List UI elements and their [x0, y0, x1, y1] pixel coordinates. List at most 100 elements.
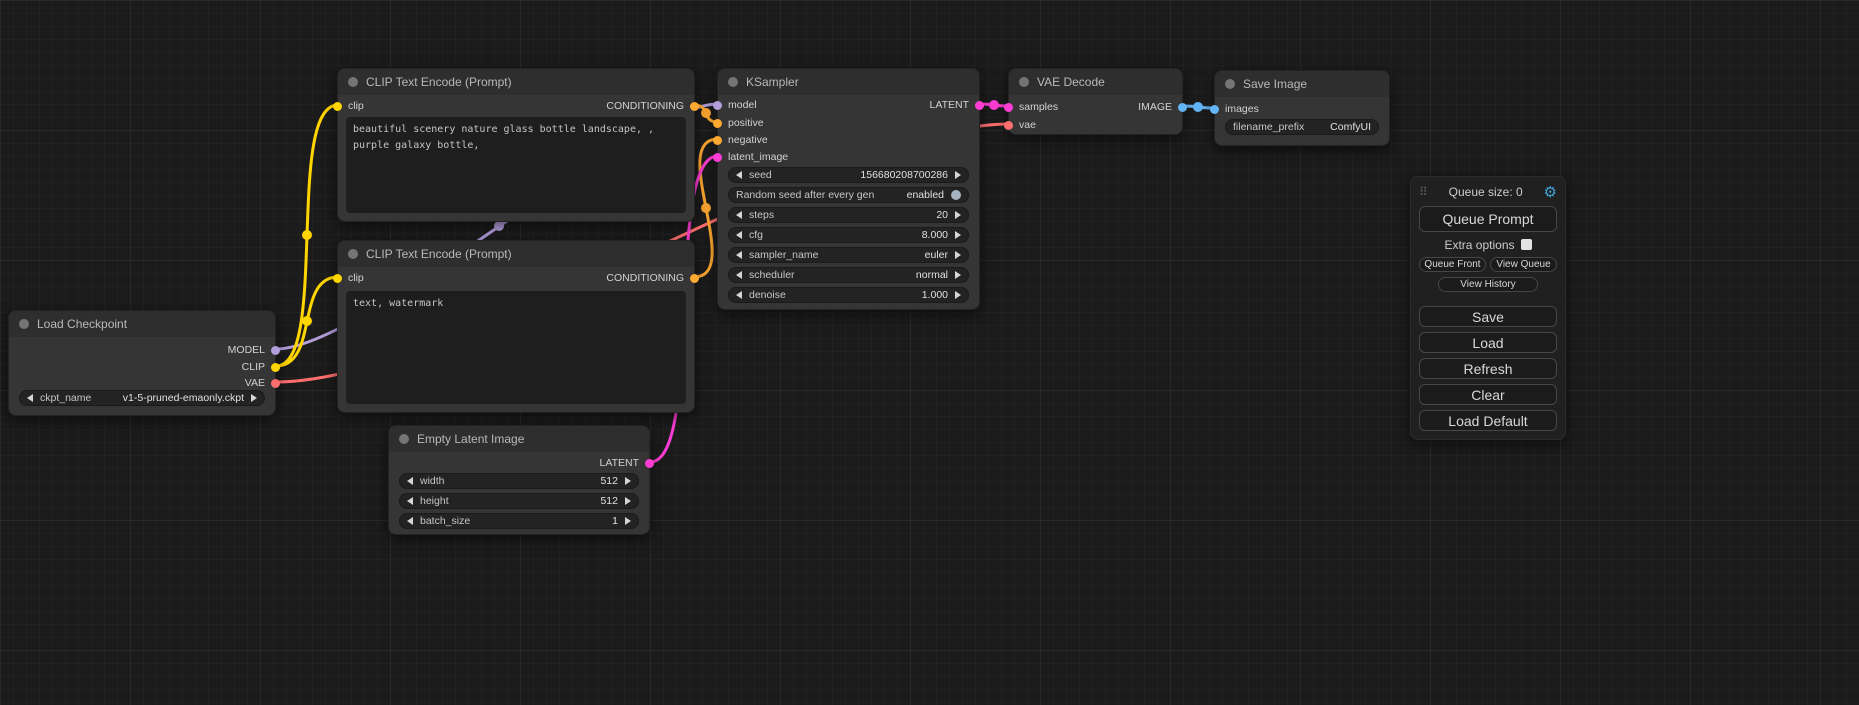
- node-title-bar[interactable]: Save Image: [1215, 71, 1389, 97]
- input-slot-images[interactable]: images: [1210, 102, 1259, 116]
- increment-arrow-icon[interactable]: [955, 291, 961, 299]
- prompt-textarea[interactable]: text, watermark: [346, 291, 686, 404]
- conditioning-slot-dot[interactable]: [713, 136, 722, 145]
- latent-slot-dot[interactable]: [645, 459, 654, 468]
- node-empty-latent-image[interactable]: Empty Latent Image LATENT width 512 heig…: [388, 425, 650, 535]
- decrement-arrow-icon[interactable]: [736, 271, 742, 279]
- input-slot-positive[interactable]: positive: [713, 116, 764, 130]
- input-slot-clip[interactable]: clip: [333, 99, 364, 113]
- widget-width[interactable]: width 512: [399, 473, 639, 489]
- output-slot-conditioning[interactable]: CONDITIONING: [606, 99, 699, 113]
- node-title-bar[interactable]: CLIP Text Encode (Prompt): [338, 241, 694, 267]
- model-slot-dot[interactable]: [271, 346, 280, 355]
- collapse-dot-icon[interactable]: [399, 434, 409, 444]
- vae-slot-dot[interactable]: [1004, 121, 1013, 130]
- widget-filename-prefix[interactable]: filename_prefix ComfyUI: [1225, 119, 1379, 135]
- increment-arrow-icon[interactable]: [625, 517, 631, 525]
- drag-handle-icon[interactable]: ⠿: [1419, 185, 1428, 199]
- extra-options-checkbox[interactable]: [1521, 239, 1532, 250]
- increment-arrow-icon[interactable]: [625, 497, 631, 505]
- decrement-arrow-icon[interactable]: [736, 231, 742, 239]
- input-slot-latent-image[interactable]: latent_image: [713, 150, 788, 164]
- widget-sampler-name[interactable]: sampler_name euler: [728, 247, 969, 263]
- vae-slot-dot[interactable]: [271, 379, 280, 388]
- view-queue-button[interactable]: View Queue: [1490, 257, 1557, 272]
- clip-slot-dot[interactable]: [333, 274, 342, 283]
- conditioning-slot-dot[interactable]: [690, 102, 699, 111]
- image-slot-dot[interactable]: [1178, 103, 1187, 112]
- output-slot-latent[interactable]: LATENT: [600, 456, 654, 470]
- clip-slot-dot[interactable]: [333, 102, 342, 111]
- increment-arrow-icon[interactable]: [955, 231, 961, 239]
- output-slot-vae[interactable]: VAE: [245, 376, 280, 390]
- increment-arrow-icon[interactable]: [955, 171, 961, 179]
- node-title-bar[interactable]: VAE Decode: [1009, 69, 1182, 95]
- node-title-bar[interactable]: Load Checkpoint: [9, 311, 275, 337]
- widget-denoise[interactable]: denoise 1.000: [728, 287, 969, 303]
- input-slot-samples[interactable]: samples: [1004, 100, 1058, 114]
- view-history-button[interactable]: View History: [1438, 277, 1537, 292]
- decrement-arrow-icon[interactable]: [407, 477, 413, 485]
- widget-random-seed-toggle[interactable]: Random seed after every gen enabled: [728, 187, 969, 203]
- prompt-textarea[interactable]: beautiful scenery nature glass bottle la…: [346, 117, 686, 213]
- node-canvas[interactable]: Load Checkpoint MODEL CLIP VAE ckpt_name…: [0, 0, 1859, 705]
- collapse-dot-icon[interactable]: [728, 77, 738, 87]
- output-slot-latent[interactable]: LATENT: [930, 98, 984, 112]
- load-button[interactable]: Load: [1419, 332, 1557, 353]
- queue-front-button[interactable]: Queue Front: [1419, 257, 1486, 272]
- input-slot-negative[interactable]: negative: [713, 133, 768, 147]
- increment-arrow-icon[interactable]: [955, 211, 961, 219]
- input-slot-vae[interactable]: vae: [1004, 118, 1036, 132]
- decrement-arrow-icon[interactable]: [736, 291, 742, 299]
- collapse-dot-icon[interactable]: [348, 77, 358, 87]
- output-slot-model[interactable]: MODEL: [228, 343, 280, 357]
- collapse-dot-icon[interactable]: [19, 319, 29, 329]
- increment-arrow-icon[interactable]: [955, 271, 961, 279]
- output-slot-conditioning[interactable]: CONDITIONING: [606, 271, 699, 285]
- widget-ckpt-name[interactable]: ckpt_name v1-5-pruned-emaonly.ckpt: [19, 390, 265, 406]
- widget-steps[interactable]: steps 20: [728, 207, 969, 223]
- node-clip-text-encode-positive[interactable]: CLIP Text Encode (Prompt) clip CONDITION…: [337, 68, 695, 222]
- node-title-bar[interactable]: KSampler: [718, 69, 979, 95]
- node-load-checkpoint[interactable]: Load Checkpoint MODEL CLIP VAE ckpt_name…: [8, 310, 276, 416]
- collapse-dot-icon[interactable]: [348, 249, 358, 259]
- increment-arrow-icon[interactable]: [251, 394, 257, 402]
- node-clip-text-encode-negative[interactable]: CLIP Text Encode (Prompt) clip CONDITION…: [337, 240, 695, 413]
- widget-seed[interactable]: seed 156680208700286: [728, 167, 969, 183]
- model-slot-dot[interactable]: [713, 101, 722, 110]
- collapse-dot-icon[interactable]: [1225, 79, 1235, 89]
- decrement-arrow-icon[interactable]: [736, 251, 742, 259]
- increment-arrow-icon[interactable]: [955, 251, 961, 259]
- widget-cfg[interactable]: cfg 8.000: [728, 227, 969, 243]
- latent-slot-dot[interactable]: [713, 153, 722, 162]
- image-slot-dot[interactable]: [1210, 105, 1219, 114]
- node-save-image[interactable]: Save Image images filename_prefix ComfyU…: [1214, 70, 1390, 146]
- decrement-arrow-icon[interactable]: [736, 171, 742, 179]
- node-title-bar[interactable]: CLIP Text Encode (Prompt): [338, 69, 694, 95]
- toggle-knob[interactable]: [951, 190, 961, 200]
- refresh-button[interactable]: Refresh: [1419, 358, 1557, 379]
- widget-batch-size[interactable]: batch_size 1: [399, 513, 639, 529]
- decrement-arrow-icon[interactable]: [736, 211, 742, 219]
- save-button[interactable]: Save: [1419, 306, 1557, 327]
- conditioning-slot-dot[interactable]: [713, 119, 722, 128]
- load-default-button[interactable]: Load Default: [1419, 410, 1557, 431]
- queue-prompt-button[interactable]: Queue Prompt: [1419, 206, 1557, 232]
- node-title-bar[interactable]: Empty Latent Image: [389, 426, 649, 452]
- node-ksampler[interactable]: KSampler model positive negative latent_…: [717, 68, 980, 310]
- latent-slot-dot[interactable]: [975, 101, 984, 110]
- settings-gear-icon[interactable]: ⚙: [1544, 185, 1557, 200]
- increment-arrow-icon[interactable]: [625, 477, 631, 485]
- node-vae-decode[interactable]: VAE Decode samples vae IMAGE: [1008, 68, 1183, 135]
- conditioning-slot-dot[interactable]: [690, 274, 699, 283]
- clear-button[interactable]: Clear: [1419, 384, 1557, 405]
- clip-slot-dot[interactable]: [271, 363, 280, 372]
- decrement-arrow-icon[interactable]: [407, 517, 413, 525]
- latent-slot-dot[interactable]: [1004, 103, 1013, 112]
- output-slot-clip[interactable]: CLIP: [242, 360, 280, 374]
- input-slot-model[interactable]: model: [713, 98, 757, 112]
- collapse-dot-icon[interactable]: [1019, 77, 1029, 87]
- output-slot-image[interactable]: IMAGE: [1138, 100, 1187, 114]
- decrement-arrow-icon[interactable]: [407, 497, 413, 505]
- decrement-arrow-icon[interactable]: [27, 394, 33, 402]
